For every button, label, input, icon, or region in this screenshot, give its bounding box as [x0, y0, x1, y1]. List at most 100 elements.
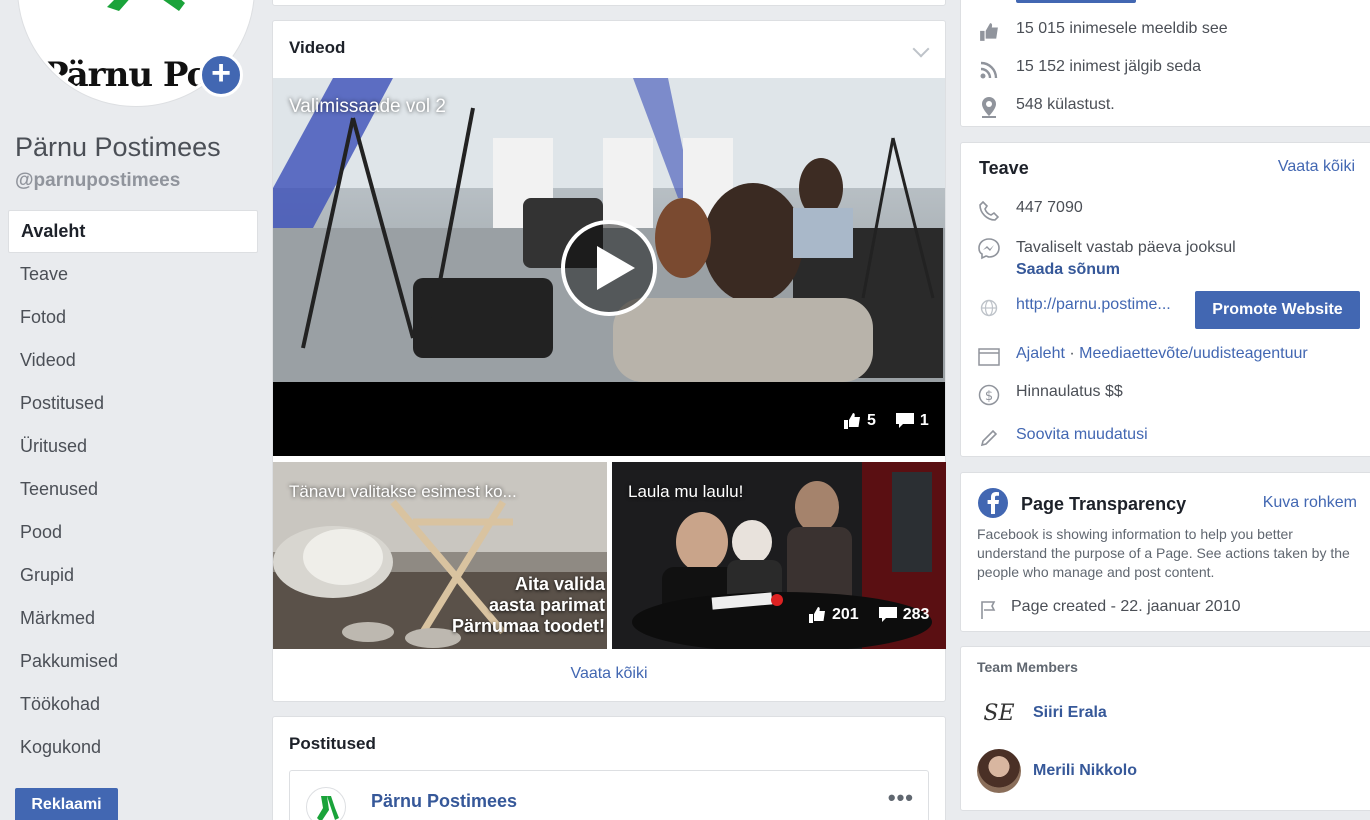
messenger-icon [977, 237, 1001, 261]
likes-count: 15 015 inimesele meeldib see [1016, 20, 1228, 37]
nav-item-teenused[interactable]: Teenused [8, 468, 258, 511]
video-thumbnail-1[interactable]: Tänavu valitakse esimest ko... Aita vali… [273, 462, 607, 649]
location-pin-icon [977, 96, 1001, 120]
facebook-logo-icon [978, 488, 1008, 518]
nav-item-fotod[interactable]: Fotod [8, 296, 258, 339]
suggest-row: Soovita muudatusi [977, 426, 1148, 450]
thumbnail-2-comments: 283 [902, 606, 930, 623]
page-handle[interactable]: @parnupostimees [15, 170, 180, 192]
left-column: Pärnu Postimees + Pärnu Postimees @parnu… [0, 0, 265, 820]
videos-see-all-link[interactable]: Vaata kõiki [273, 665, 945, 683]
posts-title[interactable]: Postitused [289, 734, 376, 754]
transparency-description: Facebook is showing information to help … [977, 526, 1350, 580]
messenger-row: Tavaliselt vastab päeva jooksul Saada sõ… [977, 237, 1236, 281]
messenger-text: Tavaliselt vastab päeva jooksul Saada sõ… [1016, 237, 1236, 281]
logo-figure-icon [107, 0, 185, 11]
thumbnail-2-title: Laula mu laulu! [628, 482, 744, 501]
nav-item-kogukond[interactable]: Kogukond [8, 726, 258, 769]
team-members-title: Team Members [977, 659, 1078, 675]
about-card: Teave Vaata kõiki 447 7090 Tavaliselt va… [960, 142, 1370, 457]
follows-count: 15 152 inimest jälgib seda [1016, 58, 1202, 75]
category-row: Ajaleht · Meediaettevõte/uudisteagentuur [977, 345, 1308, 369]
member-name[interactable]: Merili Nikkolo [1033, 762, 1137, 780]
category-meedia[interactable]: Meediaettevõte/uudisteagentuur [1079, 345, 1308, 363]
suggest-edits-link[interactable]: Soovita muudatusi [1016, 426, 1148, 444]
play-icon[interactable] [561, 220, 657, 316]
nav-item-avaleht[interactable]: Avaleht [8, 210, 258, 253]
page-transparency-card: Page Transparency Kuva rohkem Facebook i… [960, 472, 1370, 632]
comment-icon [878, 607, 897, 622]
transparency-title[interactable]: Page Transparency [1021, 494, 1186, 515]
send-message-link[interactable]: Saada sõnum [1016, 259, 1236, 281]
phone-number[interactable]: 447 7090 [1016, 199, 1083, 217]
nav-item-teave[interactable]: Teave [8, 253, 258, 296]
more-options-icon[interactable]: ••• [888, 785, 914, 811]
price-range: Hinnaulatus $$ [1016, 383, 1123, 400]
price-row: $ Hinnaulatus $$ [977, 383, 1123, 407]
phone-row: 447 7090 [977, 199, 1083, 223]
posts-card: Postitused Pärnu Postimees ••• [272, 716, 946, 820]
globe-icon [977, 296, 1001, 320]
promote-page-button[interactable]: Reklaami [15, 788, 118, 820]
team-member[interactable]: Merili Nikkolo [977, 749, 1137, 793]
like-icon [809, 607, 825, 623]
visits-count: 548 külastust. [1016, 96, 1115, 113]
category-separator: · [1064, 345, 1080, 362]
response-time: Tavaliselt vastab päeva jooksul [1016, 239, 1236, 256]
member-avatar[interactable] [977, 749, 1021, 793]
website-link[interactable]: http://parnu.postime... [1016, 296, 1171, 314]
main-video-title: Valimissaade vol 2 [289, 96, 447, 117]
nav-item-postitused[interactable]: Postitused [8, 382, 258, 425]
category-ajaleht[interactable]: Ajaleht [1016, 345, 1065, 363]
page-created-row: Page created - 22. jaanuar 2010 [977, 598, 1241, 622]
community-button[interactable] [1016, 0, 1136, 3]
rss-icon [977, 58, 1001, 82]
thumbnail-1-promo-text: Aita valida aasta parimat Pärnumaa toode… [451, 574, 605, 636]
thumbnail-2-likes: 201 [832, 606, 859, 623]
post-author-avatar[interactable] [306, 787, 346, 820]
thumbnail-2-stats: 201 283 [808, 606, 929, 624]
post-author-name[interactable]: Pärnu Postimees [371, 791, 517, 812]
videos-card: Videod Valimissaade vol 2 5 1 Tänavu val… [272, 20, 946, 702]
about-title[interactable]: Teave [979, 158, 1029, 179]
nav-item-grupid[interactable]: Grupid [8, 554, 258, 597]
team-member[interactable]: SE Siiri Erala [977, 691, 1107, 735]
main-video-stats: 5 1 [843, 412, 929, 430]
visits-row: 548 külastust. [977, 96, 1115, 120]
thumbnail-1-title: Tänavu valitakse esimest ko... [289, 482, 517, 501]
svg-text:$: $ [985, 389, 993, 404]
logo-figure-icon [317, 796, 339, 820]
chevron-down-icon[interactable] [912, 40, 930, 58]
follows-row: 15 152 inimest jälgib seda [977, 58, 1201, 82]
website-row: http://parnu.postime... [977, 296, 1171, 320]
community-card: 15 015 inimesele meeldib see 15 152 inim… [960, 0, 1370, 127]
transparency-see-more-link[interactable]: Kuva rohkem [1263, 494, 1357, 512]
phone-icon [977, 199, 1001, 223]
category-tag-icon [977, 345, 1001, 369]
comment-icon [895, 413, 914, 428]
videos-title[interactable]: Videod [289, 38, 345, 58]
nav-item-videod[interactable]: Videod [8, 339, 258, 382]
about-see-all-link[interactable]: Vaata kõiki [1278, 158, 1355, 176]
main-video-likes: 5 [867, 412, 876, 429]
like-icon [844, 413, 860, 429]
previous-card [272, 0, 946, 6]
nav-item-pakkumised[interactable]: Pakkumised [8, 640, 258, 683]
nav-item-pood[interactable]: Pood [8, 511, 258, 554]
main-video[interactable]: Valimissaade vol 2 5 1 [273, 78, 945, 456]
page-nav: Avaleht Teave Fotod Videod Postitused Ür… [8, 210, 258, 769]
nav-item-tookohad[interactable]: Töökohad [8, 683, 258, 726]
main-video-comments: 1 [919, 412, 929, 429]
post-item: Pärnu Postimees ••• [289, 770, 929, 820]
nav-item-markmed[interactable]: Märkmed [8, 597, 258, 640]
thumbs-up-icon [977, 20, 1001, 44]
member-name[interactable]: Siiri Erala [1033, 704, 1107, 722]
page-name[interactable]: Pärnu Postimees [15, 132, 221, 163]
add-profile-photo-button[interactable]: + [199, 53, 243, 97]
member-signature-avatar[interactable]: SE [977, 691, 1021, 735]
promote-website-button[interactable]: Promote Website [1195, 291, 1360, 329]
dollar-icon: $ [977, 383, 1001, 407]
video-thumbnail-2[interactable]: Laula mu laulu! 201 283 [612, 462, 946, 649]
nav-item-uritused[interactable]: Üritused [8, 425, 258, 468]
flag-icon [977, 598, 1001, 622]
